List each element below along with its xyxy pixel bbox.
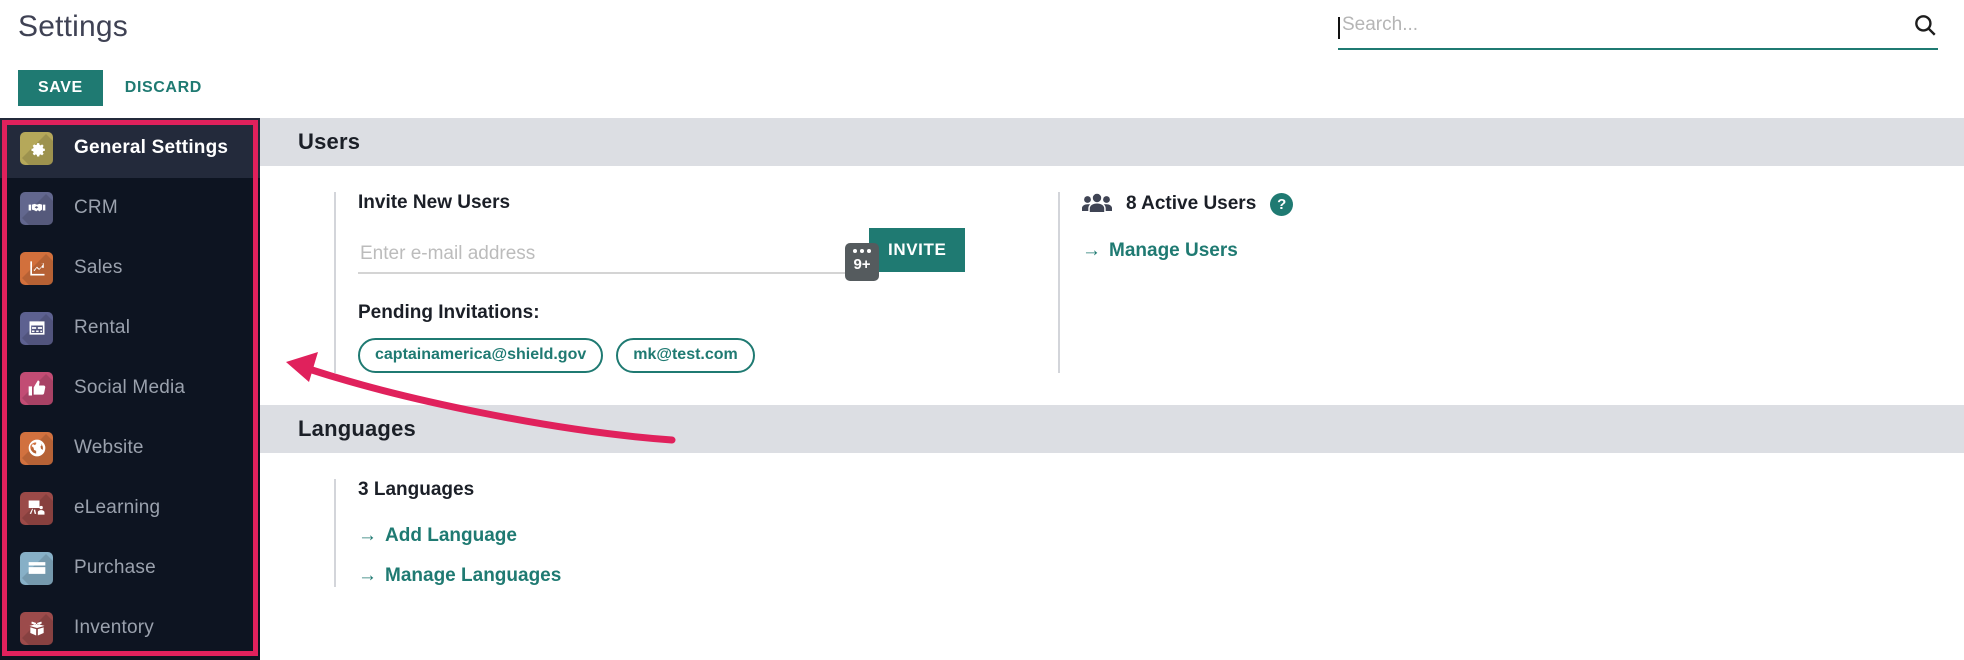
sidebar-item-label: Rental	[74, 317, 131, 338]
invite-new-users-label: Invite New Users	[358, 192, 511, 213]
search-input[interactable]	[1342, 14, 1912, 42]
thumbs-up-icon	[20, 371, 53, 405]
cursor-badge-count: 9+	[853, 256, 871, 273]
sidebar-item-label: Purchase	[74, 557, 156, 578]
section-title: Users	[298, 129, 361, 154]
page-title: Settings	[18, 10, 128, 43]
globe-icon	[20, 431, 53, 465]
active-users-group: 8 Active Users ? → Manage Users	[1058, 192, 1488, 373]
text-caret	[1338, 17, 1340, 39]
sidebar-item-sales[interactable]: Sales	[0, 238, 260, 298]
users-group-icon	[1082, 193, 1112, 212]
top-bar: Settings SAVE DISCARD	[0, 0, 1964, 118]
sidebar-item-elearning[interactable]: eLearning	[0, 478, 260, 538]
open-box-icon	[20, 611, 53, 645]
sidebar-item-label: CRM	[74, 197, 118, 218]
sidebar-item-label: Sales	[74, 257, 123, 278]
pending-invitations-label: Pending Invitations:	[358, 302, 540, 323]
settings-sidebar: General Settings CRM Sales Rental Social	[0, 118, 260, 660]
sidebar-item-purchase[interactable]: Purchase	[0, 538, 260, 598]
add-language-label: Add Language	[385, 525, 517, 546]
sidebar-item-label: General Settings	[74, 137, 229, 158]
cursor-step-badge: 9+	[845, 243, 879, 281]
arrow-right-icon: →	[358, 565, 377, 586]
settings-content: Users Invite New Users INVITE Pending In…	[260, 118, 1964, 660]
pending-invitation-pill[interactable]: mk@test.com	[616, 338, 755, 373]
chart-up-icon	[20, 251, 53, 285]
sidebar-item-label: Website	[74, 437, 144, 458]
credit-card-icon	[20, 551, 53, 585]
sidebar-item-website[interactable]: Website	[0, 418, 260, 478]
calendar-icon	[20, 311, 53, 345]
sidebar-item-crm[interactable]: CRM	[0, 178, 260, 238]
help-icon[interactable]: ?	[1270, 192, 1294, 216]
sidebar-item-social-media[interactable]: Social Media	[0, 358, 260, 418]
sidebar-item-label: eLearning	[74, 497, 161, 518]
invite-button[interactable]: INVITE	[869, 228, 966, 272]
manage-languages-link[interactable]: → Manage Languages	[358, 565, 954, 587]
pending-invitation-pill[interactable]: captainamerica@shield.gov	[358, 338, 604, 373]
languages-group: 3 Languages → Add Language → Manage Lang…	[334, 479, 954, 587]
search-icon[interactable]	[1912, 12, 1938, 38]
email-field[interactable]	[358, 239, 845, 274]
handshake-icon	[20, 191, 53, 225]
invite-new-users-group: Invite New Users INVITE Pending Invitati…	[334, 192, 966, 373]
sidebar-item-label: Inventory	[74, 617, 154, 638]
arrow-right-icon: →	[358, 525, 377, 546]
arrow-right-icon: →	[1082, 240, 1101, 261]
add-language-link[interactable]: → Add Language	[358, 525, 954, 547]
languages-links: → Add Language → Manage Languages	[358, 501, 954, 587]
action-button-row: SAVE DISCARD	[18, 70, 206, 106]
pending-invitations-list: captainamerica@shield.gov mk@test.com	[358, 338, 954, 373]
languages-count: 3 Languages	[358, 479, 475, 500]
search-bar[interactable]	[1338, 8, 1938, 50]
languages-section-header: Languages	[260, 405, 1964, 453]
manage-languages-label: Manage Languages	[385, 565, 562, 586]
active-users-row: 8 Active Users ?	[1082, 192, 1488, 216]
users-section-body: Invite New Users INVITE Pending Invitati…	[260, 166, 1964, 373]
manage-users-link[interactable]: → Manage Users	[1082, 240, 1238, 262]
section-title: Languages	[298, 416, 416, 441]
save-button[interactable]: SAVE	[18, 70, 103, 106]
manage-users-label: Manage Users	[1109, 240, 1238, 261]
sidebar-item-label: Social Media	[74, 377, 186, 398]
presenter-icon	[20, 491, 53, 525]
dots-icon	[853, 249, 871, 253]
settings-page: Settings SAVE DISCARD General Settings C…	[0, 0, 1964, 660]
gear-icon	[20, 131, 53, 165]
sidebar-item-rental[interactable]: Rental	[0, 298, 260, 358]
languages-section-body: 3 Languages → Add Language → Manage Lang…	[260, 453, 1964, 587]
discard-button[interactable]: DISCARD	[121, 70, 206, 106]
sidebar-item-inventory[interactable]: Inventory	[0, 598, 260, 658]
users-section-header: Users	[260, 118, 1964, 166]
active-users-count: 8 Active Users	[1126, 193, 1257, 214]
sidebar-item-general-settings[interactable]: General Settings	[0, 118, 260, 178]
